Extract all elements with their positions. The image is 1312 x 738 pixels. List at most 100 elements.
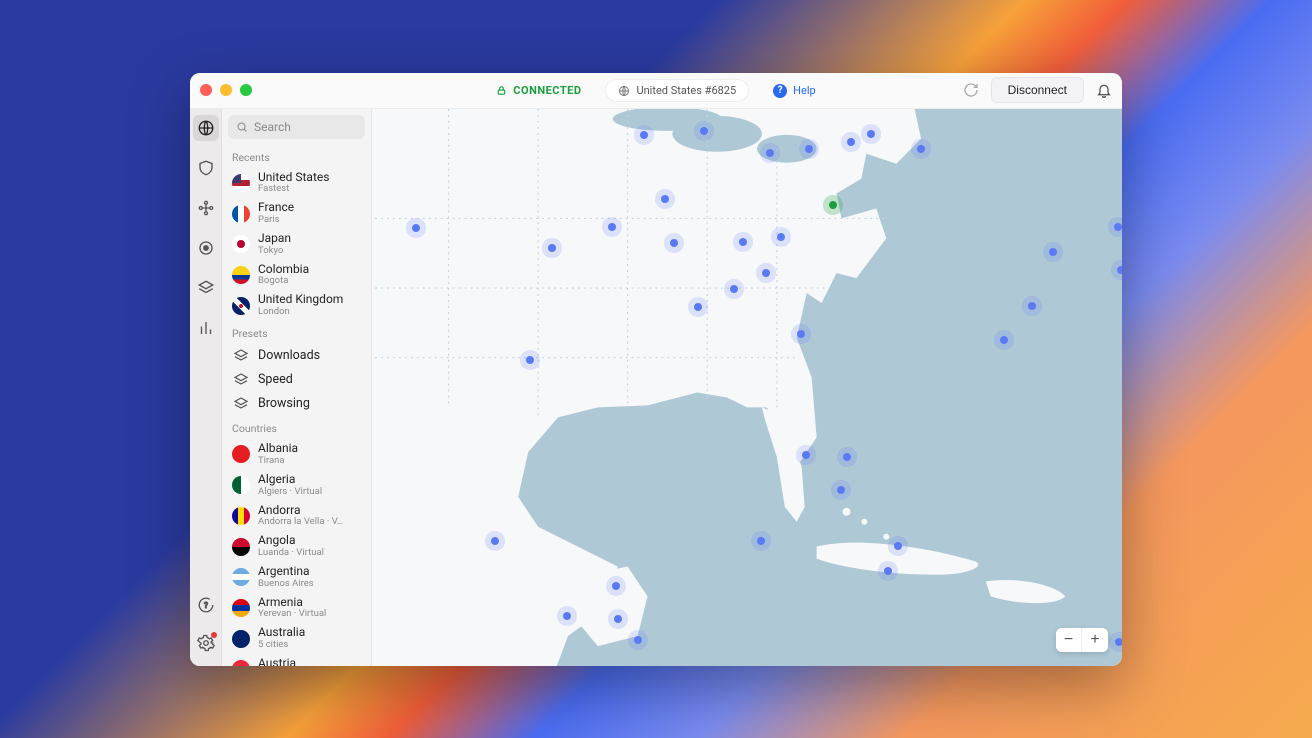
preset-item[interactable]: Browsing <box>224 392 369 416</box>
map-node[interactable] <box>526 356 534 364</box>
search-input[interactable]: Search <box>228 115 365 139</box>
flag-icon <box>232 507 250 525</box>
list-item-label: Speed <box>258 373 293 387</box>
list-item-label: Downloads <box>258 349 320 363</box>
server-list[interactable]: RecentsUnited StatesFastestFranceParisJa… <box>222 145 371 666</box>
map-node[interactable] <box>802 451 810 459</box>
list-item-sublabel: Yerevan · Virtual <box>258 609 326 620</box>
list-item-sublabel: Luanda · Virtual <box>258 548 324 559</box>
flag-icon <box>232 599 250 617</box>
map-node[interactable] <box>548 244 556 252</box>
layers-icon <box>232 347 250 365</box>
country-item[interactable]: AlgeriaAlgiers · Virtual <box>224 470 369 501</box>
map-node[interactable] <box>1115 638 1122 646</box>
map-node-connected[interactable] <box>829 201 837 209</box>
map-node[interactable] <box>1114 223 1122 231</box>
recent-item[interactable]: FranceParis <box>224 198 369 229</box>
map-node[interactable] <box>491 537 499 545</box>
map-node[interactable] <box>739 238 747 246</box>
map-node[interactable] <box>917 145 925 153</box>
nav-layers[interactable] <box>193 275 219 301</box>
country-item[interactable]: AustriaVienna <box>224 654 369 665</box>
refresh-icon[interactable] <box>963 82 979 98</box>
list-item-sublabel: Tokyo <box>258 246 291 257</box>
map-node[interactable] <box>670 239 678 247</box>
map-node[interactable] <box>661 195 669 203</box>
map[interactable]: − + <box>372 109 1122 666</box>
nav-shield[interactable] <box>193 155 219 181</box>
map-node[interactable] <box>1028 302 1036 310</box>
minimize-icon[interactable] <box>220 84 232 96</box>
map-node[interactable] <box>730 285 738 293</box>
app-window: CONNECTED United States #6825 ? Help Dis… <box>190 73 1122 666</box>
list-item-sublabel: Tirana <box>258 456 298 467</box>
fullscreen-icon[interactable] <box>240 84 252 96</box>
search-placeholder: Search <box>254 120 291 134</box>
list-item-sublabel: Algiers · Virtual <box>258 487 322 498</box>
help-link[interactable]: ? Help <box>773 84 816 98</box>
nav-monitor[interactable] <box>193 235 219 261</box>
country-item[interactable]: AndorraAndorra la Vella · V… <box>224 501 369 532</box>
map-node[interactable] <box>694 303 702 311</box>
map-node[interactable] <box>612 582 620 590</box>
nav-support[interactable]: ? <box>193 592 219 618</box>
map-node[interactable] <box>805 145 813 153</box>
sidebar: Search RecentsUnited StatesFastestFrance… <box>222 109 372 666</box>
layers-icon <box>232 371 250 389</box>
recent-item[interactable]: United StatesFastest <box>224 168 369 199</box>
flag-icon <box>232 205 250 223</box>
map-node[interactable] <box>1049 248 1057 256</box>
map-node[interactable] <box>1000 336 1008 344</box>
map-node[interactable] <box>797 330 805 338</box>
nav-mesh[interactable] <box>193 195 219 221</box>
country-item[interactable]: AngolaLuanda · Virtual <box>224 531 369 562</box>
nav-stats[interactable] <box>193 315 219 341</box>
zoom-in-button[interactable]: + <box>1082 628 1108 652</box>
flag-icon <box>232 174 250 192</box>
layers-icon <box>232 395 250 413</box>
list-item-label: Japan <box>258 232 291 246</box>
recent-item[interactable]: United KingdomLondon <box>224 290 369 321</box>
recent-item[interactable]: JapanTokyo <box>224 229 369 260</box>
map-node[interactable] <box>843 453 851 461</box>
map-node[interactable] <box>766 149 774 157</box>
map-node[interactable] <box>634 636 642 644</box>
map-node[interactable] <box>762 269 770 277</box>
disconnect-button[interactable]: Disconnect <box>991 77 1084 103</box>
map-node[interactable] <box>412 224 420 232</box>
current-server[interactable]: United States #6825 <box>605 79 749 102</box>
map-node[interactable] <box>608 223 616 231</box>
recent-item[interactable]: ColombiaBogota <box>224 260 369 291</box>
country-item[interactable]: AlbaniaTirana <box>224 439 369 470</box>
map-node[interactable] <box>563 612 571 620</box>
map-node[interactable] <box>640 131 648 139</box>
country-item[interactable]: Australia5 cities <box>224 623 369 654</box>
map-node[interactable] <box>757 537 765 545</box>
map-node[interactable] <box>867 130 875 138</box>
nav-globe[interactable] <box>193 115 219 141</box>
section-header-recents: Recents <box>224 145 369 168</box>
current-server-label: United States #6825 <box>636 84 736 97</box>
country-item[interactable]: ArgentinaBuenos Aires <box>224 562 369 593</box>
map-node[interactable] <box>777 233 785 241</box>
preset-item[interactable]: Downloads <box>224 344 369 368</box>
map-node[interactable] <box>700 127 708 135</box>
zoom-out-button[interactable]: − <box>1056 628 1082 652</box>
list-item-label: France <box>258 201 294 215</box>
globe-icon <box>618 85 630 97</box>
notifications-icon[interactable] <box>1096 82 1112 98</box>
list-item-sublabel: Buenos Aires <box>258 579 314 590</box>
map-node[interactable] <box>1117 266 1123 274</box>
map-node[interactable] <box>847 138 855 146</box>
list-item-label: Argentina <box>258 565 314 579</box>
nav-settings[interactable] <box>193 630 219 656</box>
list-item-label: Austria <box>258 657 296 665</box>
preset-item[interactable]: Speed <box>224 368 369 392</box>
map-node[interactable] <box>884 567 892 575</box>
list-item-label: Armenia <box>258 596 326 610</box>
map-node[interactable] <box>614 615 622 623</box>
close-icon[interactable] <box>200 84 212 96</box>
map-node[interactable] <box>894 542 902 550</box>
map-node[interactable] <box>837 486 845 494</box>
country-item[interactable]: ArmeniaYerevan · Virtual <box>224 593 369 624</box>
